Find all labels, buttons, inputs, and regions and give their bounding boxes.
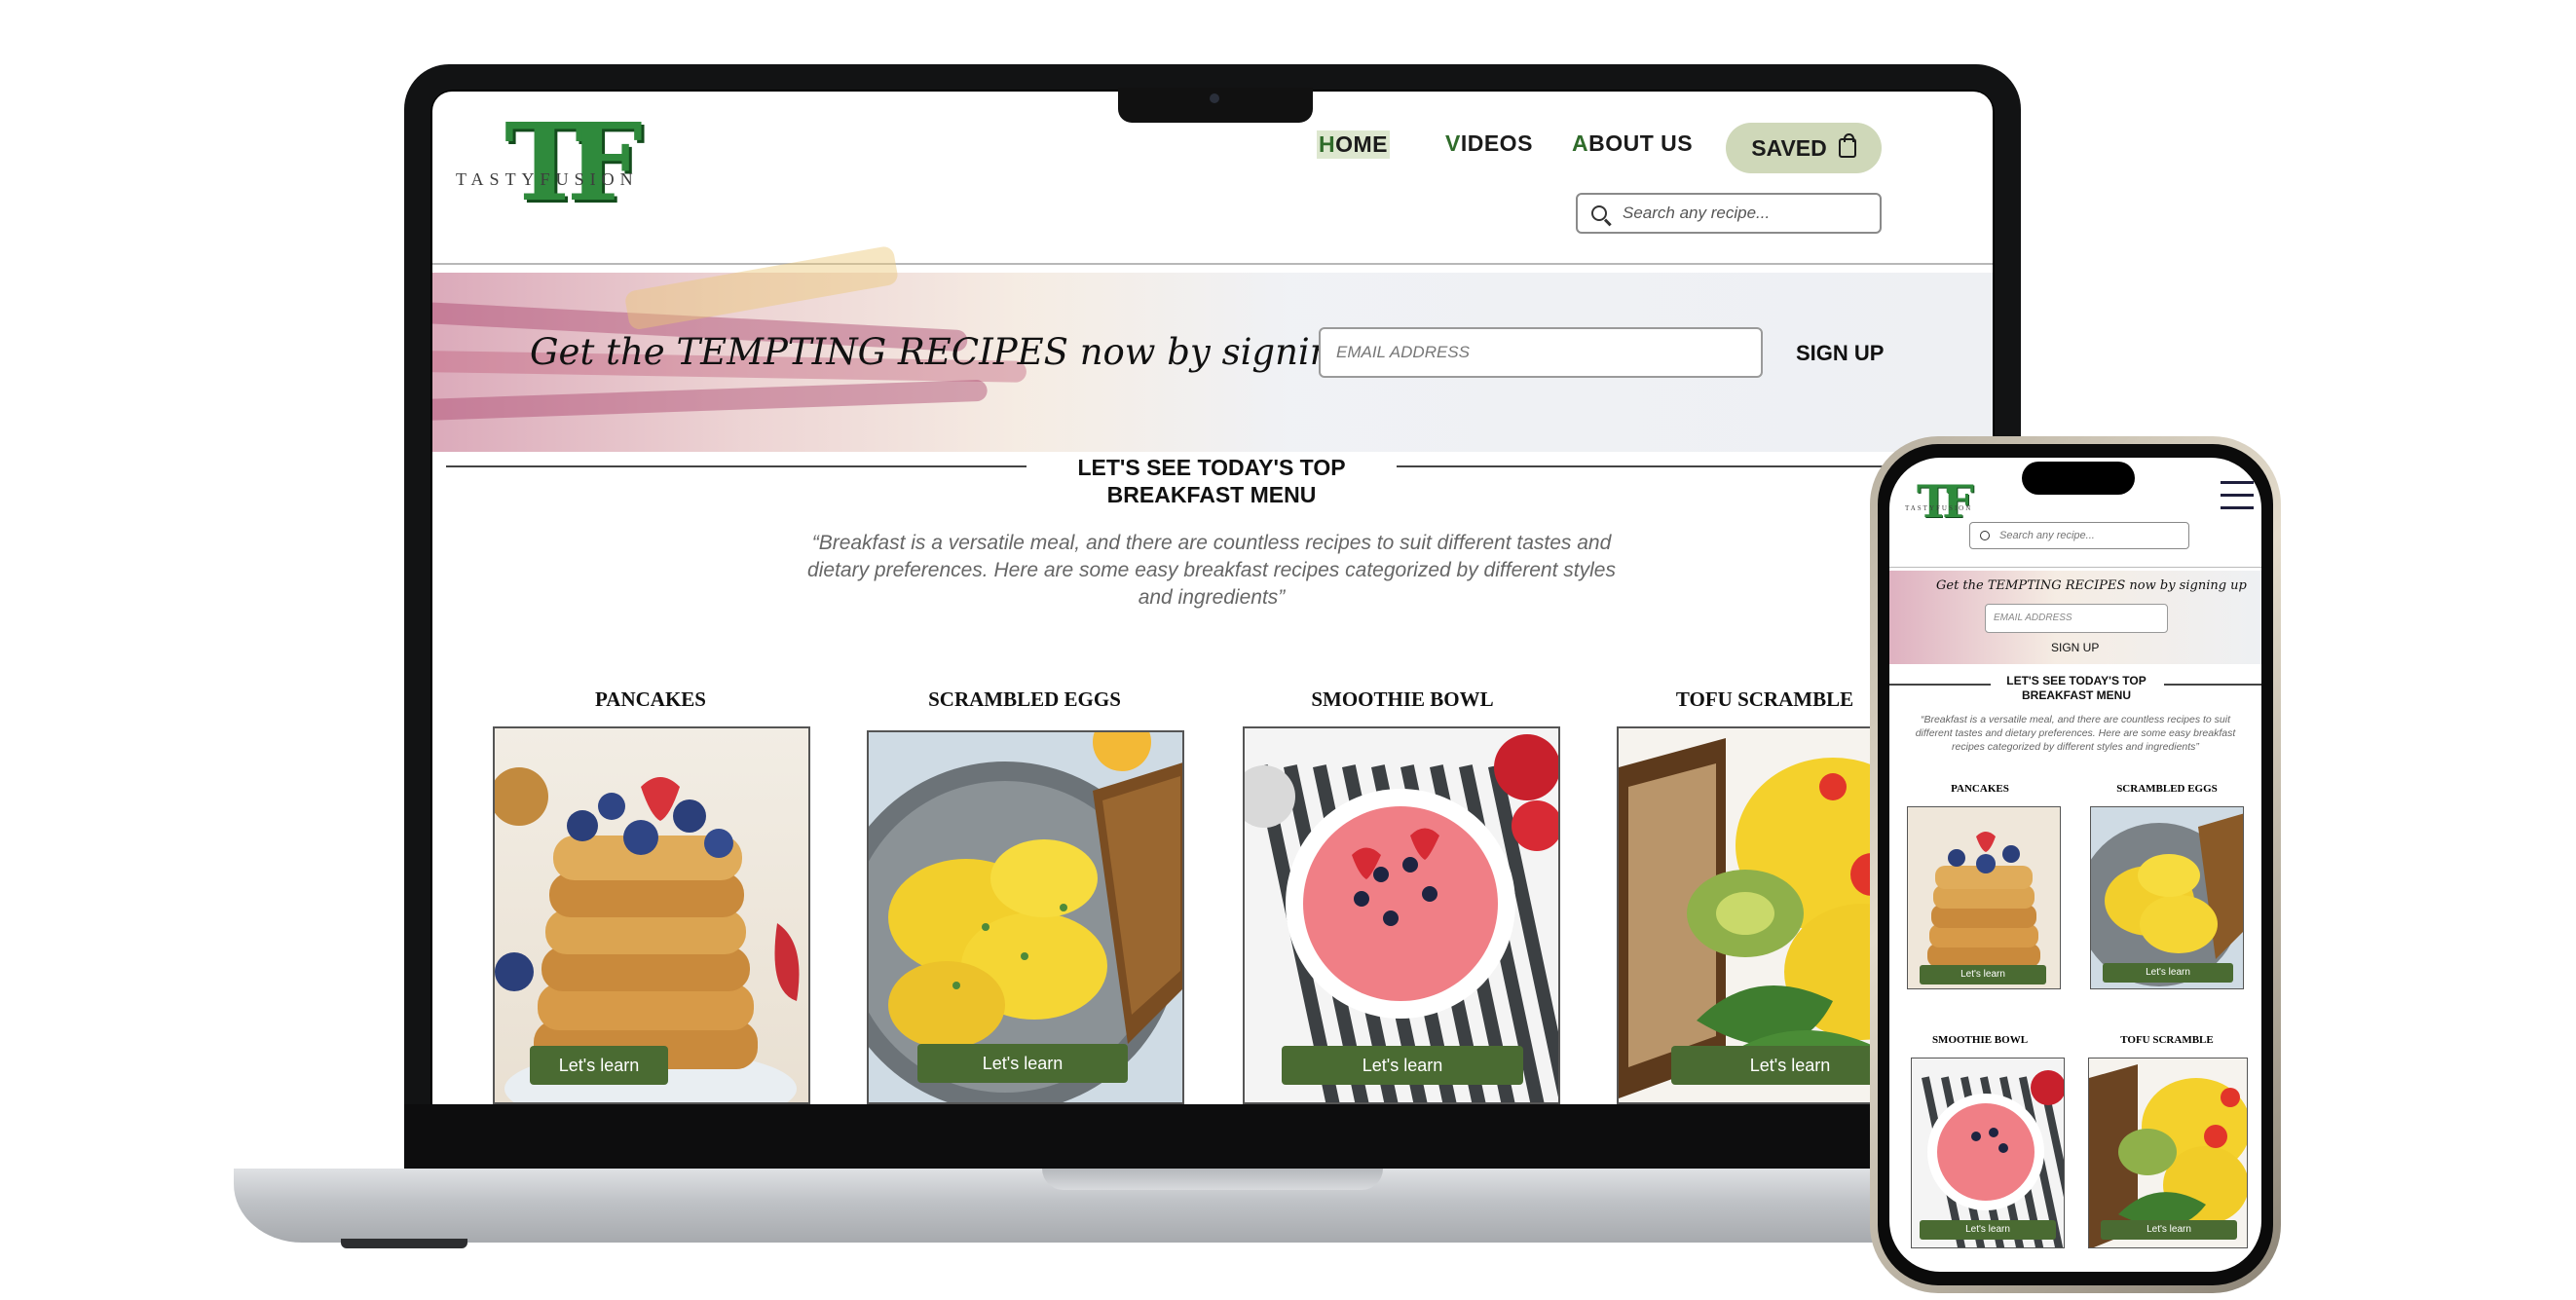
- mobile-logo-letters: TF: [1917, 475, 1974, 528]
- shopping-bag-icon: [1838, 133, 1856, 158]
- lets-learn-button[interactable]: Let's learn: [1282, 1046, 1523, 1085]
- recipe-card-pancakes[interactable]: Let's learn: [493, 726, 810, 1104]
- mobile-section-divider-left: [1889, 684, 1991, 686]
- banner-headline: Get the TEMPTING RECIPES now by signing …: [530, 331, 1414, 373]
- section-divider-left: [446, 465, 1027, 467]
- nav-home-initial: H: [1319, 131, 1336, 157]
- mobile-search-box[interactable]: [1969, 522, 2189, 549]
- laptop-screen: TF TASTYFUSION HOME VIDEOS ABOUT US SAVE…: [432, 92, 1993, 1104]
- mobile-section-title: LET'S SEE TODAY'S TOP BREAKFAST MENU: [1979, 674, 2174, 703]
- mobile-card-title: TOFU SCRAMBLE: [2120, 1034, 2214, 1046]
- hamburger-menu-icon[interactable]: [2221, 481, 2254, 510]
- search-icon: [1591, 205, 1607, 221]
- mobile-recipe-card-smoothie-bowl[interactable]: Let's learn: [1911, 1058, 2065, 1248]
- header-divider: [432, 263, 1993, 265]
- mobile-section-title-line1: LET'S SEE TODAY'S TOP: [2006, 674, 2147, 687]
- mobile-lets-learn-button[interactable]: Let's learn: [1920, 1220, 2056, 1240]
- nav-home[interactable]: HOME: [1317, 130, 1391, 159]
- mobile-lets-learn-button[interactable]: Let's learn: [2103, 963, 2233, 983]
- search-box[interactable]: [1576, 193, 1882, 234]
- laptop-base-groove: [1042, 1169, 1383, 1190]
- mobile-email-input[interactable]: EMAIL ADDRESS: [1985, 604, 2168, 633]
- mobile-intro-quote: “Breakfast is a versatile meal, and ther…: [1915, 714, 2236, 753]
- logo-wordmark: TASTYFUSION: [456, 169, 639, 189]
- banner-decor: [623, 244, 900, 331]
- mobile-search-input[interactable]: [1997, 529, 2177, 542]
- recipe-card-smoothie-bowl[interactable]: Let's learn: [1243, 726, 1560, 1104]
- mobile-header-divider: [1889, 567, 2261, 568]
- mobile-section-title-line2: BREAKFAST MENU: [2021, 688, 2131, 702]
- laptop-foot: [341, 1239, 467, 1248]
- laptop-bottom-bezel: [404, 1104, 2021, 1170]
- lets-learn-button[interactable]: Let's learn: [917, 1044, 1128, 1083]
- email-input[interactable]: EMAIL ADDRESS: [1319, 327, 1763, 378]
- nav-home-rest: OME: [1335, 131, 1389, 157]
- search-icon: [1980, 531, 1990, 540]
- mobile-lets-learn-button[interactable]: Let's learn: [1920, 965, 2046, 984]
- mobile-lets-learn-button[interactable]: Let's learn: [2101, 1220, 2237, 1240]
- mobile-recipe-card-tofu-scramble[interactable]: Let's learn: [2088, 1058, 2248, 1248]
- nav-about-rest: BOUT US: [1588, 130, 1694, 156]
- mobile-card-title: SCRAMBLED EGGS: [2116, 783, 2218, 795]
- card-title: PANCAKES: [595, 687, 706, 711]
- section-title-line2: BREAKFAST MENU: [1106, 482, 1317, 507]
- search-input[interactable]: [1621, 203, 1858, 224]
- logo[interactable]: TF TASTYFUSION: [456, 109, 670, 245]
- saved-label: SAVED: [1751, 134, 1827, 161]
- camera-icon: [1210, 93, 1219, 103]
- recipe-card-scrambled-eggs[interactable]: Let's learn: [867, 730, 1184, 1104]
- mobile-signup-button[interactable]: SIGN UP: [2051, 641, 2099, 654]
- mobile-section-divider-right: [2164, 684, 2261, 686]
- nav-about-initial: A: [1572, 130, 1589, 156]
- nav-videos-initial: V: [1445, 130, 1461, 156]
- card-title: SMOOTHIE BOWL: [1311, 687, 1494, 711]
- logo-letters: TF: [504, 99, 643, 225]
- nav-videos-rest: IDEOS: [1460, 130, 1533, 156]
- section-title: LET'S SEE TODAY'S TOP BREAKFAST MENU: [1017, 454, 1406, 508]
- mobile-recipe-card-scrambled-eggs[interactable]: Let's learn: [2090, 806, 2244, 989]
- nav-about-us[interactable]: ABOUT US: [1572, 130, 1693, 157]
- nav-videos[interactable]: VIDEOS: [1445, 130, 1533, 157]
- mobile-logo-wordmark: TASTYFUSION: [1905, 504, 1973, 512]
- mobile-card-title: PANCAKES: [1951, 783, 2009, 795]
- scrambled-eggs-image: [2091, 813, 2243, 986]
- card-title: SCRAMBLED EGGS: [928, 687, 1121, 711]
- mobile-recipe-card-pancakes[interactable]: Let's learn: [1907, 806, 2061, 989]
- lets-learn-button[interactable]: Let's learn: [530, 1046, 668, 1085]
- pancakes-image: [1927, 832, 2040, 967]
- banner-decor: [432, 379, 989, 421]
- signup-banner: Get the TEMPTING RECIPES now by signing …: [432, 244, 1993, 452]
- saved-button[interactable]: SAVED: [1726, 123, 1882, 173]
- mobile-banner-headline: Get the TEMPTING RECIPES now by signing …: [1936, 578, 2247, 593]
- phone-screen: TF TASTYFUSION Get the TEMPTING RECIPES …: [1889, 458, 2261, 1272]
- mobile-card-title: SMOOTHIE BOWL: [1931, 1034, 2029, 1046]
- section-title-line1: LET'S SEE TODAY'S TOP: [1077, 455, 1346, 480]
- intro-quote: “Breakfast is a versatile meal, and ther…: [807, 532, 1616, 609]
- signup-button[interactable]: SIGN UP: [1796, 341, 1884, 366]
- dynamic-island: [2022, 462, 2135, 495]
- mobile-signup-banner: Get the TEMPTING RECIPES now by signing …: [1889, 571, 2261, 664]
